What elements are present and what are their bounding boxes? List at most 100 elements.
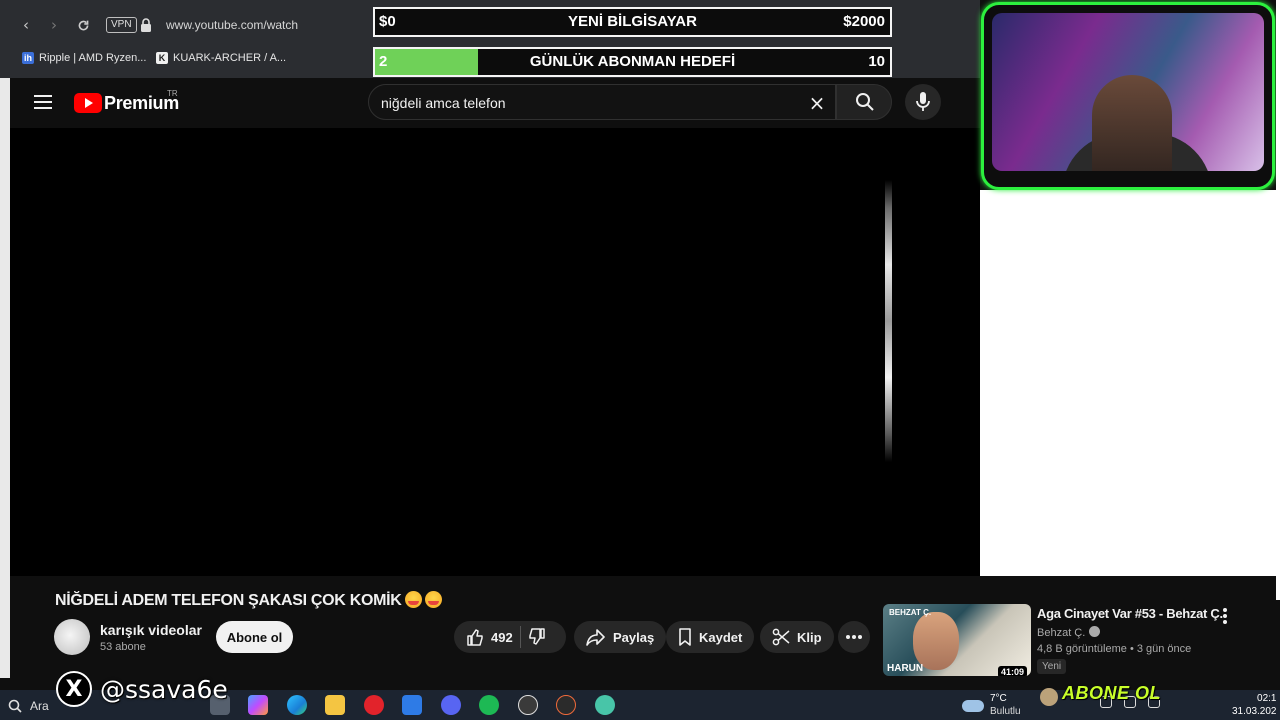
search-icon: [856, 93, 874, 111]
menu-icon[interactable]: [34, 95, 52, 109]
weather-widget[interactable]: 7°C Bulutlu: [962, 692, 1032, 720]
search-button[interactable]: [836, 84, 892, 120]
voice-search-button[interactable]: [905, 84, 941, 120]
search-input[interactable]: niğdeli amca telefon ×: [368, 84, 836, 120]
more-horizontal-icon: [846, 635, 862, 639]
video-duration: 41:09: [997, 666, 1027, 676]
bookmark-favicon: K: [156, 52, 168, 64]
goal-title: YENİ BİLGİSAYAR: [568, 13, 697, 30]
youtube-header: Premium TR niğdeli amca telefon ×: [10, 78, 980, 128]
weather-desc: Bulutlu: [990, 706, 1021, 717]
subscriber-goal-bar: GÜNLÜK ABONMAN HEDEFİ 2 10: [373, 47, 892, 77]
laughing-emoji-icon: [424, 591, 442, 608]
dislike-icon[interactable]: [528, 628, 546, 646]
bookmark-label: Ripple | AMD Ryzen...: [39, 52, 147, 64]
more-vertical-icon[interactable]: [1223, 608, 1229, 624]
thumbnail-text: BEHZAT Ç.: [889, 608, 932, 617]
share-button[interactable]: Paylaş: [574, 621, 667, 653]
webcam-feed: [992, 13, 1264, 171]
app-icon[interactable]: [595, 695, 615, 715]
search-icon: [8, 699, 22, 713]
goal-end: $2000: [843, 13, 885, 30]
clock-date: 31.03.202: [1232, 706, 1277, 717]
address-bar[interactable]: www.youtube.com/watch: [166, 18, 298, 32]
recommended-channel[interactable]: Behzat Ç.: [1037, 626, 1101, 639]
video-thumbnail[interactable]: BEHZAT Ç. HARUN 41:09: [883, 604, 1031, 676]
vpn-badge[interactable]: VPN: [106, 17, 137, 33]
bookmark-icon: [679, 628, 691, 646]
obs-icon[interactable]: [518, 695, 538, 715]
social-handle: X @ssava6e: [56, 671, 228, 707]
recommended-title[interactable]: Aga Cinayet Var #53 - Behzat Ç.: [1037, 606, 1223, 621]
window-edge: [0, 78, 10, 678]
clip-label: Klip: [797, 629, 822, 645]
taskbar-clock[interactable]: 02:1 31.03.202: [1232, 692, 1277, 718]
computer-goal-bar: YENİ BİLGİSAYAR $0 $2000: [373, 7, 892, 37]
file-explorer-icon[interactable]: [325, 695, 345, 715]
subscribe-overlay-text: ABONE OL: [1062, 683, 1162, 703]
scissors-icon: [772, 628, 790, 646]
like-count[interactable]: 492: [491, 630, 513, 645]
back-icon[interactable]: ‹: [16, 14, 36, 36]
share-label: Paylaş: [613, 629, 655, 645]
social-handle-text: @ssava6e: [100, 674, 228, 704]
webcam-overlay: [981, 2, 1275, 192]
laughing-emoji-icon: [404, 591, 422, 608]
taskbar-search-label: Ara: [30, 699, 49, 713]
bookmark-ripple[interactable]: ih Ripple | AMD Ryzen...: [22, 52, 146, 64]
video-frame-content: [885, 180, 892, 462]
thumbnail-name: HARUN: [887, 663, 924, 674]
clip-button[interactable]: Klip: [760, 621, 834, 653]
search-query: niğdeli amca telefon: [381, 95, 506, 111]
media-player-icon[interactable]: [556, 695, 576, 715]
skull-icon: [1040, 688, 1058, 706]
x-logo-icon: X: [56, 671, 92, 707]
region-code: TR: [167, 89, 178, 98]
streamer-head: [1092, 75, 1172, 171]
cloud-icon: [962, 700, 984, 712]
share-icon: [586, 629, 605, 646]
recommended-meta: 4,8 B görüntüleme • 3 gün önce: [1037, 643, 1192, 655]
secondary-panel: [980, 190, 1280, 576]
verified-icon: [1089, 626, 1101, 637]
subscriber-count: 53 abone: [100, 641, 146, 653]
copilot-icon[interactable]: [248, 695, 268, 715]
video-info: NİĞDELİ ADEM TELEFON ŞAKASI ÇOK KOMİK ka…: [10, 576, 980, 680]
clear-search-icon[interactable]: ×: [807, 93, 827, 113]
discord-icon[interactable]: [441, 695, 461, 715]
edge-icon[interactable]: [287, 695, 307, 715]
forward-icon[interactable]: ›: [44, 14, 64, 36]
goal-start: $0: [379, 13, 396, 30]
more-actions-button[interactable]: [838, 621, 870, 653]
clock-time: 02:1: [1257, 693, 1277, 704]
reload-icon[interactable]: [73, 14, 93, 36]
goal-current: 2: [379, 53, 388, 70]
window-edge: [1276, 0, 1280, 600]
divider: [519, 626, 521, 648]
mail-icon[interactable]: [402, 695, 422, 715]
webcam-frame: [981, 2, 1275, 190]
subscribe-button[interactable]: Abone ol: [216, 621, 293, 653]
like-icon[interactable]: [466, 628, 484, 646]
lock-icon: [141, 18, 151, 32]
save-button[interactable]: Kaydet: [666, 621, 755, 653]
microphone-icon: [916, 92, 930, 111]
channel-name[interactable]: karışık videolar: [100, 622, 202, 638]
goal-target: 10: [868, 53, 885, 70]
youtube-logo-icon[interactable]: [74, 93, 102, 113]
goal-title: GÜNLÜK ABONMAN HEDEFİ: [529, 53, 736, 70]
weather-temp: 7°C: [990, 693, 1007, 704]
opera-icon[interactable]: [364, 695, 384, 715]
bookmark-kuark[interactable]: K KUARK-ARCHER / A...: [156, 52, 286, 64]
bookmark-label: KUARK-ARCHER / A...: [173, 52, 287, 64]
save-label: Kaydet: [699, 629, 743, 645]
new-badge: Yeni: [1037, 659, 1067, 674]
channel-avatar[interactable]: [54, 619, 90, 655]
video-title: NİĞDELİ ADEM TELEFON ŞAKASI ÇOK KOMİK: [55, 591, 442, 610]
thumbnail-face: [913, 612, 959, 670]
like-dislike-group: 492: [454, 621, 566, 653]
video-player[interactable]: [10, 128, 980, 576]
bookmark-favicon: ih: [22, 52, 34, 64]
spotify-icon[interactable]: [479, 695, 499, 715]
recommended-video[interactable]: BEHZAT Ç. HARUN 41:09 Aga Cinayet Var #5…: [883, 604, 1280, 680]
